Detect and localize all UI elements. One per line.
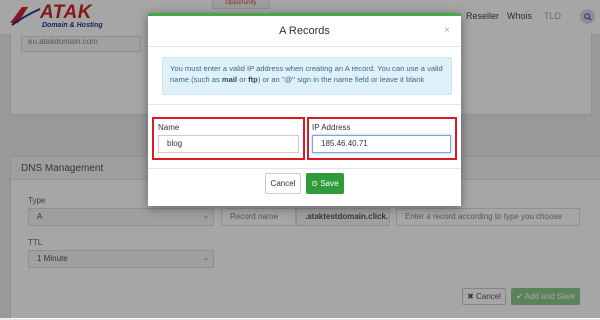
name-input[interactable]: blog <box>158 135 299 153</box>
modal-save-button[interactable]: ⊙ Save <box>306 173 344 194</box>
a-records-modal: A Records × You must enter a valid IP ad… <box>148 13 461 206</box>
modal-save-label: Save <box>320 179 339 188</box>
name-label: Name <box>158 123 180 132</box>
close-icon[interactable]: × <box>444 25 450 36</box>
info-alert-text: You must enter a valid IP address when c… <box>170 64 443 84</box>
save-icon: ⊙ <box>311 179 319 188</box>
name-input-value: blog <box>167 139 183 148</box>
modal-body-divider <box>148 104 461 105</box>
modal-title: A Records <box>279 25 330 37</box>
ip-address-value: 185.46.40.71 <box>321 139 368 148</box>
ip-address-label: IP Address <box>312 123 351 132</box>
ip-address-input[interactable]: 185.46.40.71 <box>312 135 451 153</box>
modal-cancel-button[interactable]: Cancel <box>265 173 301 194</box>
info-alert: You must enter a valid IP address when c… <box>162 57 452 95</box>
modal-header-divider <box>148 46 461 47</box>
modal-footer-divider <box>148 168 461 169</box>
